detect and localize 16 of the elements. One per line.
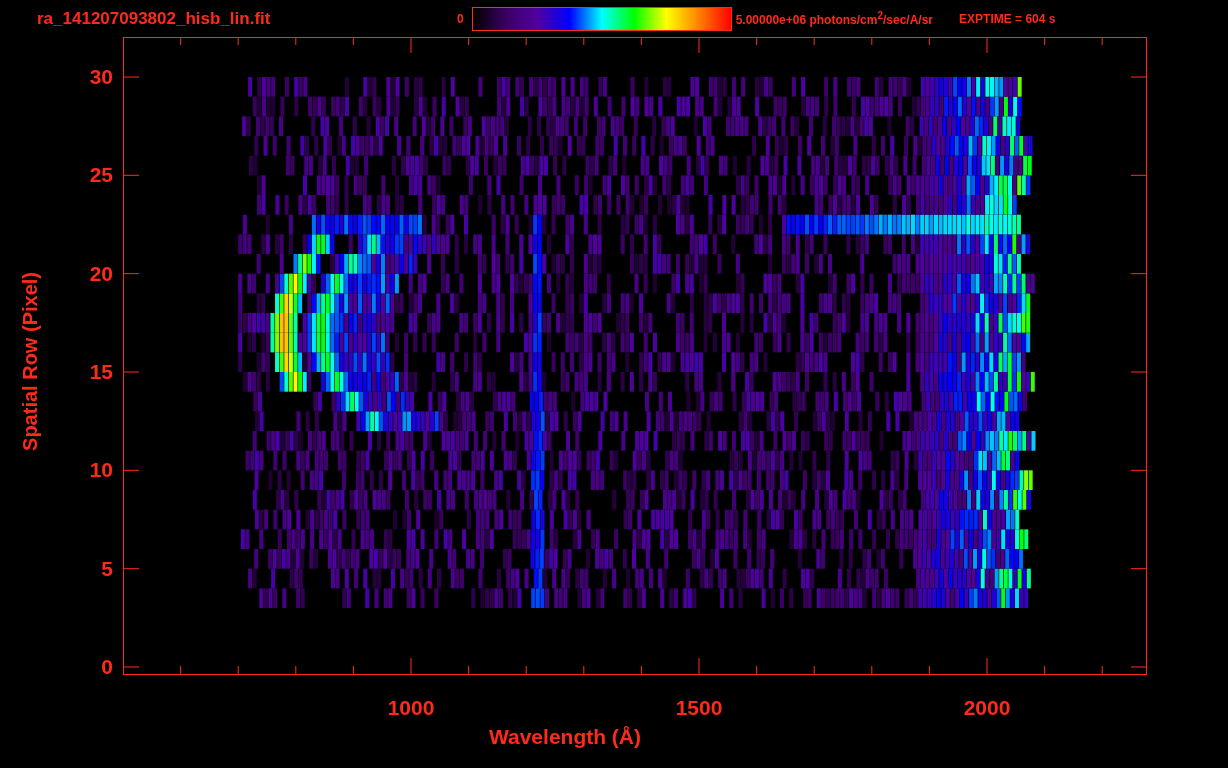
y-tick-label: 10 [89, 459, 113, 482]
y-tick-label: 25 [89, 164, 113, 187]
colorbar-min-label: 0 [457, 11, 464, 26]
x-axis-label: Wavelength (Å) [488, 725, 642, 750]
x-tick-label: 2000 [963, 697, 1011, 719]
x-tick-label: 1500 [675, 697, 723, 719]
y-axis-label: Spatial Row (Pixel) [18, 271, 42, 451]
x-tick-label: 1000 [387, 697, 435, 719]
y-tick-label: 30 [89, 66, 113, 88]
y-tick-label: 0 [101, 656, 113, 678]
y-tick-label: 20 [89, 262, 113, 285]
exposure-time: EXPTIME = 604 s [959, 11, 1056, 26]
file-title: ra_141207093802_hisb_lin.fit [37, 8, 272, 29]
colorbar-max-label: 5.00000e+06 photons/cm$^{2}$/sec/A/sr [735, 10, 934, 27]
y-tick-label: 15 [89, 361, 113, 383]
y-tick-label: 5 [101, 557, 113, 580]
